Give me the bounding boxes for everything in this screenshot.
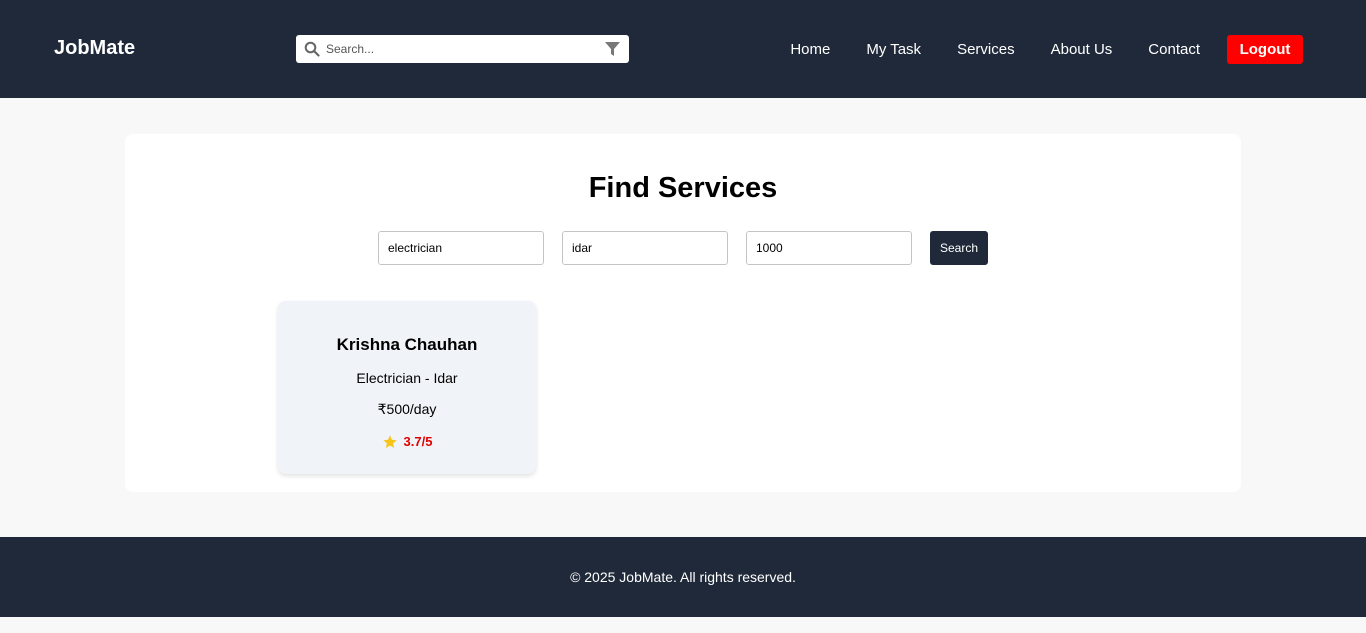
nav-links: Home My Task Services About Us Contact L…	[790, 35, 1303, 64]
rating-row: 3.7/5	[278, 433, 536, 451]
nav-about-us[interactable]: About Us	[1051, 35, 1113, 64]
header-search-input[interactable]	[326, 39, 596, 59]
search-icon	[304, 41, 320, 57]
footer: © 2025 JobMate. All rights reserved.	[0, 537, 1366, 617]
budget-filter-input[interactable]	[746, 231, 912, 265]
footer-copyright: © 2025 JobMate. All rights reserved.	[570, 569, 796, 585]
worker-role: Electrician - Idar	[356, 370, 458, 386]
logout-button[interactable]: Logout	[1227, 35, 1303, 64]
nav-home[interactable]: Home	[790, 35, 830, 64]
filter-icon[interactable]	[605, 42, 620, 56]
find-services-panel: Find Services Search Krishna Chauhan Ele…	[125, 134, 1241, 492]
brand-logo[interactable]: JobMate	[54, 36, 135, 60]
star-icon	[382, 435, 397, 448]
rating-value: 3.7/5	[403, 434, 433, 449]
header-search-box	[296, 35, 629, 63]
nav-services[interactable]: Services	[957, 35, 1015, 64]
location-filter-input[interactable]	[562, 231, 728, 265]
nav-my-task[interactable]: My Task	[866, 35, 921, 64]
worker-rate: ₹500/day	[377, 401, 437, 417]
nav-contact[interactable]: Contact	[1148, 35, 1200, 64]
search-button[interactable]: Search	[930, 231, 988, 265]
top-navbar: JobMate Home My Task Services About Us C…	[0, 0, 1366, 98]
page-title: Find Services	[588, 172, 778, 204]
service-result-card[interactable]: Krishna Chauhan Electrician - Idar ₹500/…	[278, 301, 536, 474]
service-filter-input[interactable]	[378, 231, 544, 265]
worker-name: Krishna Chauhan	[336, 335, 478, 354]
